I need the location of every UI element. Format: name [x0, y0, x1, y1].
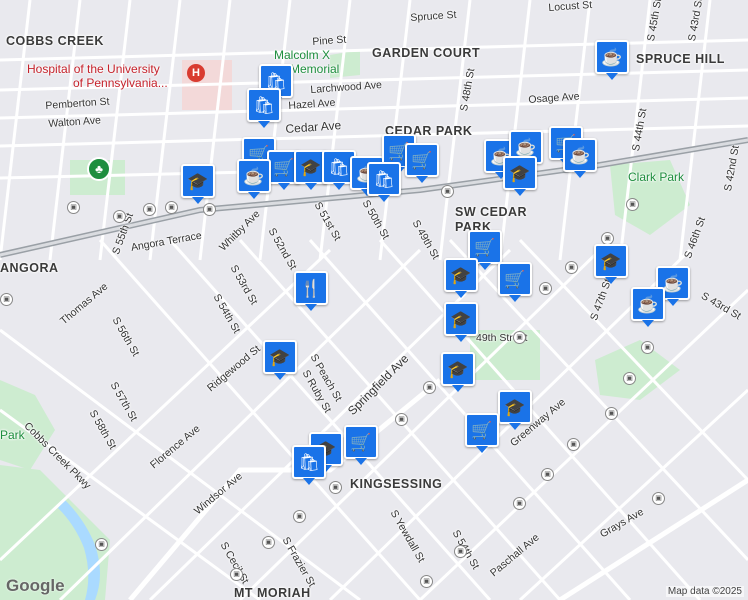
- bus-stop-icon[interactable]: ▣: [67, 201, 80, 214]
- map-attribution[interactable]: Map data ©2025: [665, 586, 744, 597]
- shopping-bag-icon[interactable]: 🛍: [292, 445, 326, 485]
- bus-stop-icon[interactable]: ▣: [0, 293, 13, 306]
- bus-stop-icon[interactable]: ▣: [293, 510, 306, 523]
- hospital-icon[interactable]: H: [187, 64, 205, 82]
- bus-stop-icon[interactable]: ▣: [541, 468, 554, 481]
- area-label-cobbs-creek: COBBS CREEK: [6, 34, 104, 48]
- school-icon[interactable]: 🎓: [263, 340, 297, 380]
- shopping-bag-icon[interactable]: 🛍: [367, 162, 401, 202]
- park-label-cobbs: Park: [0, 428, 25, 442]
- bus-stop-icon[interactable]: ▣: [441, 185, 454, 198]
- school-icon[interactable]: 🎓: [594, 244, 628, 284]
- bus-stop-icon[interactable]: ▣: [420, 575, 433, 588]
- school-icon[interactable]: 🎓: [444, 302, 478, 342]
- bus-stop-icon[interactable]: ▣: [641, 341, 654, 354]
- area-label-mt-moriah: MT MORIAH: [234, 586, 311, 600]
- shopping-cart-icon[interactable]: 🛒: [405, 143, 439, 183]
- bus-stop-icon[interactable]: ▣: [203, 203, 216, 216]
- shopping-cart-icon[interactable]: 🛒: [498, 262, 532, 302]
- area-label-spruce-hill: SPRUCE HILL: [636, 52, 725, 66]
- bus-stop-icon[interactable]: ▣: [113, 210, 126, 223]
- bus-stop-icon[interactable]: ▣: [605, 407, 618, 420]
- hospital-label-line1: Hospital of the University: [27, 62, 160, 76]
- school-icon[interactable]: 🎓: [503, 156, 537, 196]
- bus-stop-icon[interactable]: ▣: [513, 497, 526, 510]
- shopping-bag-icon[interactable]: 🛍: [247, 88, 281, 128]
- bus-stop-icon[interactable]: ▣: [567, 438, 580, 451]
- bus-stop-icon[interactable]: ▣: [626, 198, 639, 211]
- area-label-garden-court: GARDEN COURT: [372, 46, 481, 60]
- map-canvas[interactable]: H ♣ COBBS CREEK GARDEN COURT CEDAR PARK …: [0, 0, 748, 600]
- bus-stop-icon[interactable]: ▣: [539, 282, 552, 295]
- bus-stop-icon[interactable]: ▣: [423, 381, 436, 394]
- hospital-label-line2: of Pennsylvania...: [73, 76, 168, 90]
- park-label-clark: Clark Park: [628, 170, 685, 184]
- bus-stop-icon[interactable]: ▣: [230, 568, 243, 581]
- bus-stop-icon[interactable]: ▣: [513, 331, 526, 344]
- bus-stop-icon[interactable]: ▣: [565, 261, 578, 274]
- bus-stop-icon[interactable]: ▣: [329, 481, 342, 494]
- shopping-cart-icon[interactable]: 🛒: [465, 413, 499, 453]
- bus-stop-icon[interactable]: ▣: [395, 413, 408, 426]
- coffee-icon[interactable]: ☕: [237, 159, 271, 199]
- shopping-cart-icon[interactable]: 🛒: [344, 425, 378, 465]
- bus-stop-icon[interactable]: ▣: [95, 538, 108, 551]
- area-label-sw-cedar: SW CEDAR: [455, 205, 528, 219]
- landmark-label-line2: Memorial: [290, 62, 340, 76]
- area-label-kingsessing: KINGSESSING: [350, 477, 443, 491]
- landmark-label-line1: Malcolm X: [274, 48, 331, 62]
- coffee-icon[interactable]: ☕: [563, 138, 597, 178]
- park-icon[interactable]: ♣: [87, 157, 111, 181]
- bus-stop-icon[interactable]: ▣: [652, 492, 665, 505]
- coffee-icon[interactable]: ☕: [631, 287, 665, 327]
- bus-stop-icon[interactable]: ▣: [165, 201, 178, 214]
- bus-stop-icon[interactable]: ▣: [623, 372, 636, 385]
- school-icon[interactable]: 🎓: [498, 390, 532, 430]
- bus-stop-icon[interactable]: ▣: [454, 545, 467, 558]
- school-icon[interactable]: 🎓: [444, 258, 478, 298]
- google-logo: Google: [6, 576, 65, 595]
- area-label-angora: ANGORA: [0, 261, 59, 275]
- school-icon[interactable]: 🎓: [181, 164, 215, 204]
- school-icon[interactable]: 🎓: [441, 352, 475, 392]
- bus-stop-icon[interactable]: ▣: [262, 536, 275, 549]
- street-label: Pine St: [312, 33, 347, 48]
- restaurant-icon[interactable]: 🍴: [294, 271, 328, 311]
- coffee-icon[interactable]: ☕: [595, 40, 629, 80]
- bus-stop-icon[interactable]: ▣: [143, 203, 156, 216]
